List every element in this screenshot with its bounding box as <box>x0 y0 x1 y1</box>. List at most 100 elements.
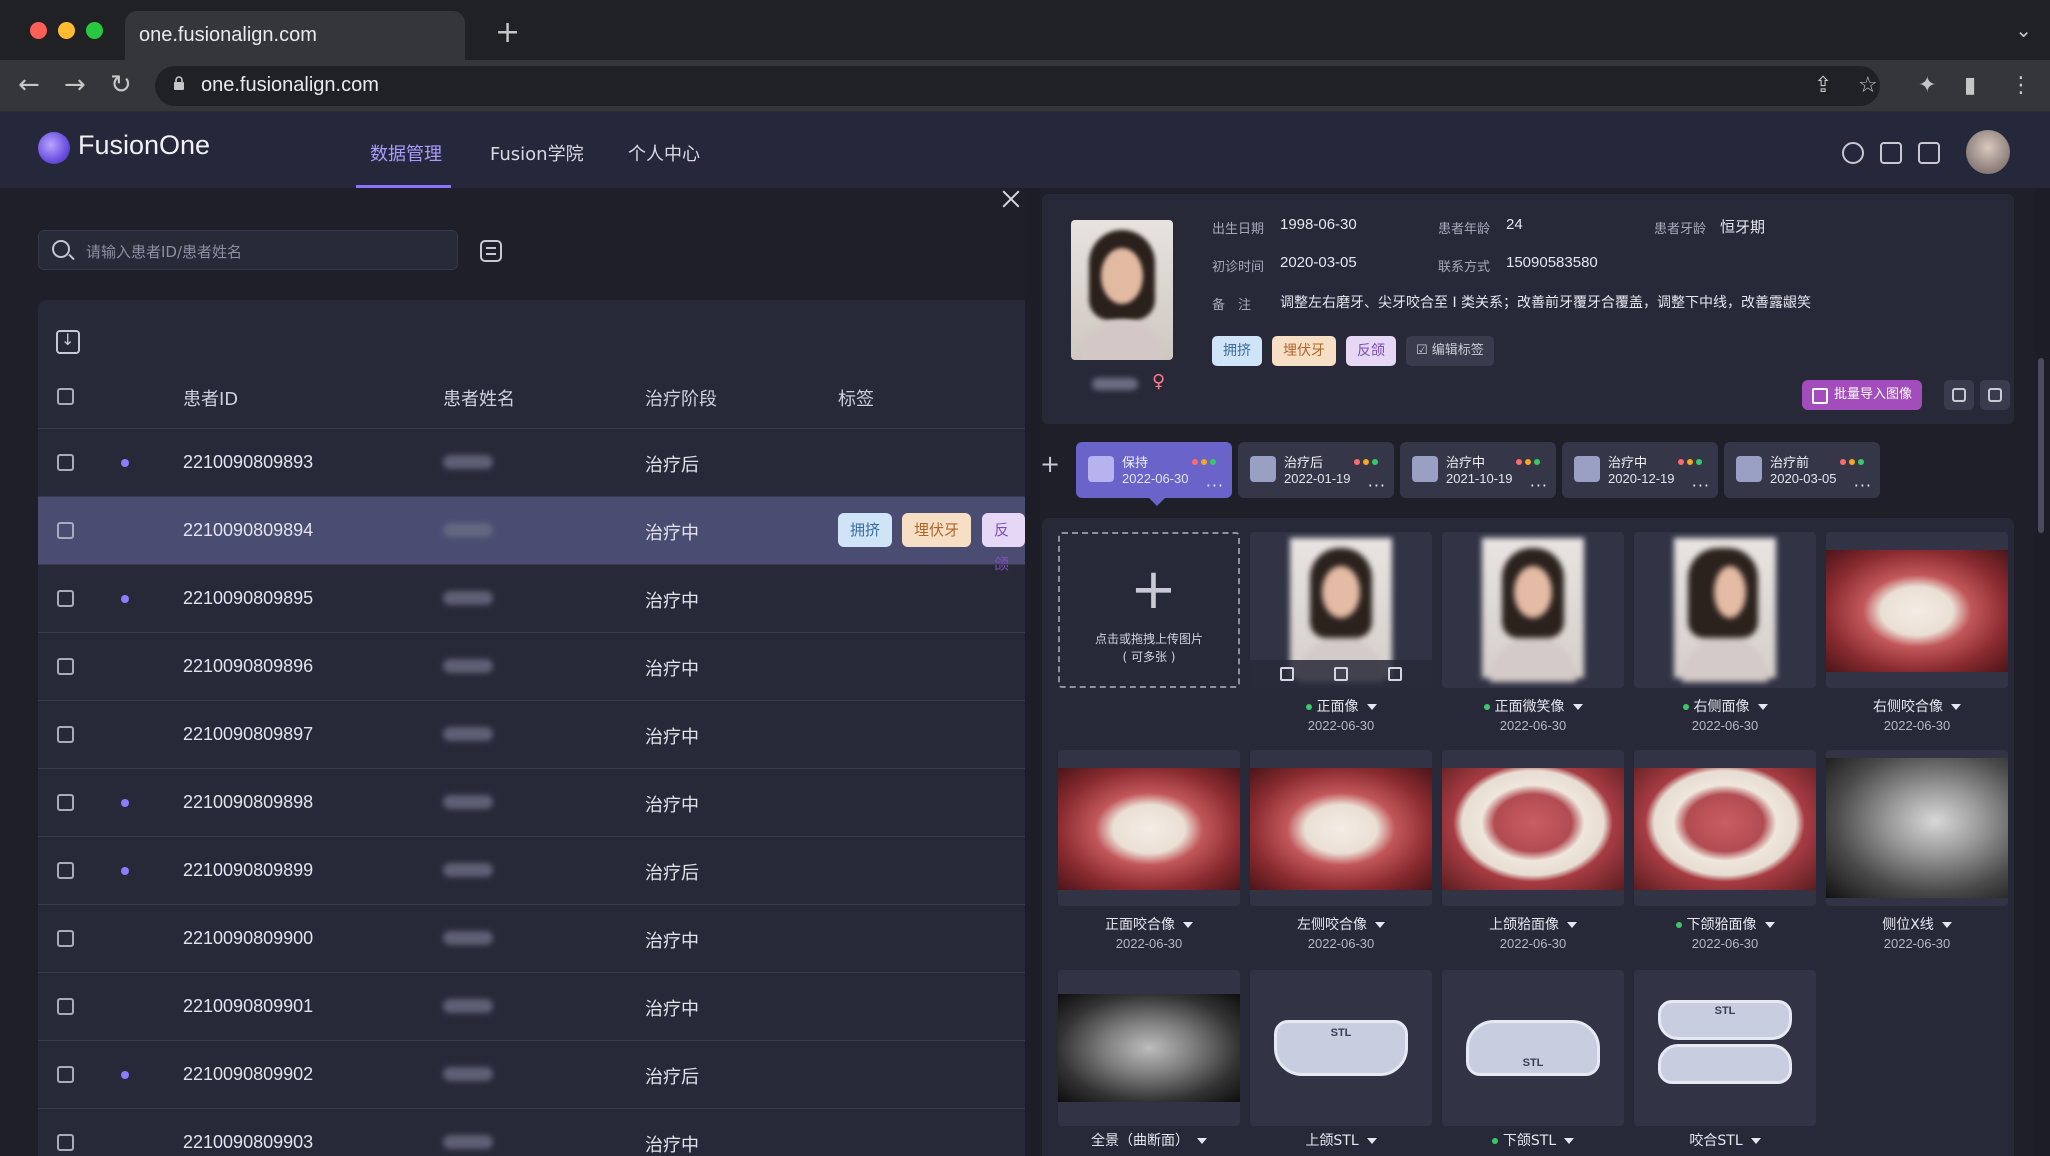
image-label[interactable]: 下颌STL <box>1442 1130 1624 1150</box>
image-tile-smile[interactable] <box>1442 532 1624 688</box>
back-icon[interactable]: ← <box>18 70 40 100</box>
row-checkbox[interactable] <box>57 726 74 743</box>
select-all-checkbox[interactable] <box>57 388 74 405</box>
row-checkbox[interactable] <box>57 930 74 947</box>
row-checkbox[interactable] <box>57 454 74 471</box>
image-label[interactable]: 下颌𬌗面像 <box>1634 914 1816 934</box>
edit-tags-button[interactable]: ☑ 编辑标签 <box>1406 336 1494 366</box>
close-detail-icon[interactable] <box>1000 188 1022 210</box>
image-label[interactable]: 右侧咬合像 <box>1826 696 2008 716</box>
tag-badge: 埋伏牙 <box>902 513 972 547</box>
more-icon[interactable]: ··· <box>1206 476 1224 495</box>
stage-tab[interactable]: 治疗前 2020-03-05 ··· <box>1724 442 1880 498</box>
sidepanel-icon[interactable]: ▮ <box>1964 74 1976 98</box>
image-tile-panoramic[interactable] <box>1058 970 1240 1126</box>
2d-view-icon[interactable] <box>1334 667 1348 681</box>
trash-icon[interactable] <box>1880 142 1902 164</box>
image-label[interactable]: 右侧面像 <box>1634 696 1816 716</box>
row-checkbox[interactable] <box>57 522 74 539</box>
image-label[interactable]: 咬合STL <box>1634 1130 1816 1150</box>
table-row[interactable]: 2210090809898 治疗中 <box>38 768 1025 836</box>
image-tile-upper-stl[interactable]: STL <box>1250 970 1432 1126</box>
filter-list-icon[interactable] <box>480 240 502 262</box>
image-label[interactable]: 全景（曲断面） <box>1058 1130 1240 1150</box>
image-tile-lower-occlusal[interactable] <box>1634 750 1816 906</box>
bookmark-star-icon[interactable]: ☆ <box>1858 74 1878 98</box>
download-icon[interactable] <box>1842 142 1864 164</box>
image-label[interactable]: 正面微笑像 <box>1442 696 1624 716</box>
image-tile-frontal[interactable] <box>1250 532 1432 688</box>
table-row[interactable]: 2210090809899 治疗后 <box>38 836 1025 904</box>
stage-tab[interactable]: 治疗中 2020-12-19 ··· <box>1562 442 1718 498</box>
crop-icon[interactable] <box>1280 667 1294 681</box>
batch-import-button[interactable]: 批量导入图像 <box>1802 380 1923 410</box>
patient-profile-button[interactable] <box>1944 380 1974 410</box>
app-header: FusionOne 数据管理 Fusion学院 个人中心 <box>0 112 2050 188</box>
chevron-down-icon <box>1750 1138 1761 1144</box>
table-row[interactable]: 2210090809897 治疗中 <box>38 700 1025 768</box>
row-checkbox[interactable] <box>57 1134 74 1151</box>
apps-grid-icon[interactable] <box>1918 142 1940 164</box>
stage-tab[interactable]: 保持 2022-06-30 ··· <box>1076 442 1232 498</box>
image-label[interactable]: 侧位X线 <box>1826 914 2008 934</box>
patient-name-blurred <box>443 931 493 945</box>
forward-icon[interactable]: → <box>64 70 86 100</box>
table-row[interactable]: 2210090809901 治疗中 <box>38 972 1025 1040</box>
nav-fusion-academy[interactable]: Fusion学院 <box>490 140 584 166</box>
table-row[interactable]: 2210090809900 治疗中 <box>38 904 1025 972</box>
table-row-selected[interactable]: 2210090809894 治疗中 拥挤 埋伏牙 反颌 <box>38 496 1025 573</box>
row-checkbox[interactable] <box>57 862 74 879</box>
table-row[interactable]: 2210090809903 治疗中 <box>38 1108 1025 1156</box>
nav-personal-center[interactable]: 个人中心 <box>628 140 700 166</box>
image-tile-lower-stl[interactable]: STL <box>1442 970 1624 1126</box>
image-label[interactable]: 上颌STL <box>1250 1130 1432 1150</box>
address-bar[interactable]: one.fusionalign.com <box>155 66 1880 106</box>
image-tile-ceph-xray[interactable] <box>1826 750 2008 906</box>
image-tile-left-bite[interactable] <box>1250 750 1432 906</box>
new-tab-icon[interactable]: + <box>495 18 520 48</box>
row-checkbox[interactable] <box>57 590 74 607</box>
image-tile-right-bite[interactable] <box>1826 532 2008 688</box>
row-checkbox[interactable] <box>57 998 74 1015</box>
export-icon[interactable] <box>56 330 80 354</box>
image-label[interactable]: 左侧咬合像 <box>1250 914 1432 934</box>
image-label[interactable]: 正面像 <box>1250 696 1432 716</box>
extensions-puzzle-icon[interactable]: ✦ <box>1918 74 1936 98</box>
share-icon[interactable]: ⇪ <box>1814 74 1832 98</box>
more-icon[interactable]: ··· <box>1530 476 1548 495</box>
stage-tab[interactable]: 治疗中 2021-10-19 ··· <box>1400 442 1556 498</box>
image-tile-profile[interactable] <box>1634 532 1816 688</box>
stage-tab[interactable]: 治疗后 2022-01-19 ··· <box>1238 442 1394 498</box>
row-checkbox[interactable] <box>57 1066 74 1083</box>
nav-data-management[interactable]: 数据管理 <box>370 140 442 166</box>
table-row[interactable]: 2210090809902 治疗后 <box>38 1040 1025 1108</box>
search-input[interactable]: 请输入患者ID/患者姓名 <box>38 230 458 270</box>
row-checkbox[interactable] <box>57 794 74 811</box>
menu-kebab-icon[interactable]: ⋮ <box>2010 74 2032 98</box>
reload-icon[interactable]: ↻ <box>110 70 132 100</box>
table-row[interactable]: 2210090809896 治疗中 <box>38 632 1025 700</box>
table-row[interactable]: 2210090809895 治疗中 <box>38 564 1025 632</box>
minimize-window-button[interactable] <box>58 22 75 39</box>
maximize-window-button[interactable] <box>86 22 103 39</box>
close-window-button[interactable] <box>30 22 47 39</box>
image-label[interactable]: 上颌𬌗面像 <box>1442 914 1624 934</box>
user-avatar[interactable] <box>1966 130 2010 174</box>
table-row[interactable]: 2210090809893 治疗后 <box>38 428 1025 496</box>
upload-dropzone[interactable]: + 点击或拖拽上传图片 ( 可多张 ) <box>1058 532 1240 688</box>
more-icon[interactable]: ··· <box>1854 476 1872 495</box>
row-checkbox[interactable] <box>57 658 74 675</box>
detail-scrollbar[interactable] <box>2038 358 2044 533</box>
more-icon[interactable]: ··· <box>1368 476 1386 495</box>
treatment-stage: 治疗中 <box>645 591 699 612</box>
image-label[interactable]: 正面咬合像 <box>1058 914 1240 934</box>
delete-icon[interactable] <box>1388 667 1402 681</box>
report-button[interactable] <box>1980 380 2010 410</box>
tab-list-chevron-icon[interactable]: ⌄ <box>2015 18 2032 42</box>
browser-tab[interactable]: one.fusionalign.com <box>125 11 465 61</box>
image-tile-upper-occlusal[interactable] <box>1442 750 1624 906</box>
image-tile-frontal-bite[interactable] <box>1058 750 1240 906</box>
image-tile-bite-stl[interactable]: STL <box>1634 970 1816 1126</box>
add-stage-icon[interactable]: + <box>1040 442 1060 486</box>
more-icon[interactable]: ··· <box>1692 476 1710 495</box>
